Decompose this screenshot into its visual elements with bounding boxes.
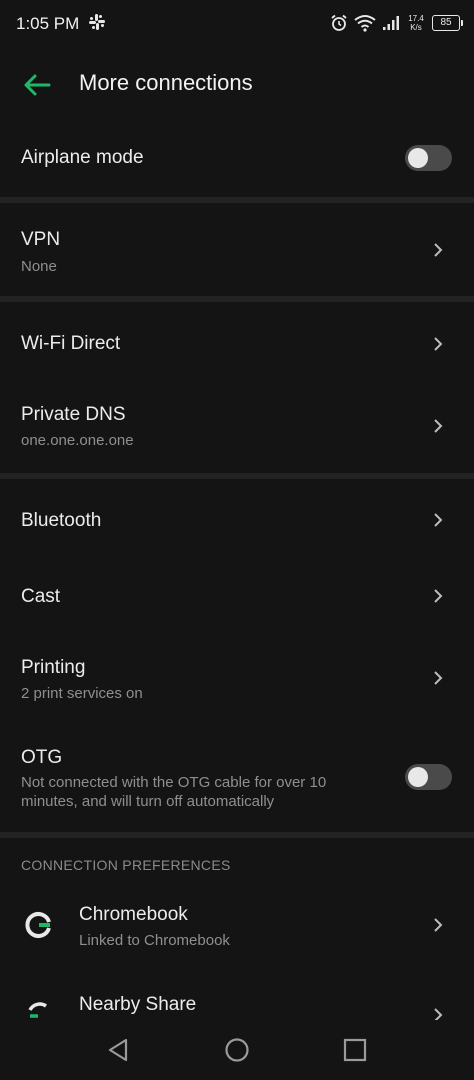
cast-label: Cast	[21, 586, 61, 607]
wifi-direct-row[interactable]: Wi-Fi Direct	[0, 302, 474, 386]
chromebook-label: Chromebook	[79, 904, 188, 925]
chevron-right-icon	[434, 513, 443, 527]
chromebook-row[interactable]: Chromebook Linked to Chromebook	[0, 884, 474, 968]
battery-icon: 85	[432, 15, 463, 31]
otg-label: OTG	[21, 747, 63, 768]
status-bar: 1:05 PM 17.4 K/s 85	[0, 0, 474, 48]
printing-label: Printing	[21, 657, 86, 678]
chevron-right-icon	[434, 243, 443, 257]
wifi-icon	[354, 15, 376, 32]
airplane-mode-toggle[interactable]	[405, 145, 452, 171]
airplane-mode-label: Airplane mode	[21, 147, 144, 168]
status-time: 1:05 PM	[16, 14, 80, 33]
nearby-share-icon	[28, 1002, 47, 1018]
cast-row[interactable]: Cast	[0, 559, 474, 635]
chevron-right-icon	[434, 1008, 443, 1020]
bluetooth-row[interactable]: Bluetooth	[0, 479, 474, 559]
nav-back-icon[interactable]	[102, 1034, 134, 1066]
google-g-icon	[25, 912, 51, 938]
private-dns-row[interactable]: Private DNS one.one.one.one	[0, 386, 474, 474]
toggle-knob	[408, 148, 428, 168]
private-dns-value: one.one.one.one	[21, 432, 134, 449]
airplane-mode-row[interactable]: Airplane mode	[0, 120, 474, 196]
vpn-label: VPN	[21, 229, 61, 250]
section-divider	[0, 832, 474, 838]
navigation-bar	[0, 1020, 474, 1080]
vpn-status: None	[21, 258, 57, 275]
vpn-row[interactable]: VPN None	[0, 203, 474, 297]
chevron-right-icon	[434, 671, 443, 685]
slack-icon	[89, 14, 105, 30]
nearby-share-label: Nearby Share	[79, 994, 197, 1015]
connection-preferences-header: CONNECTION PREFERENCES	[21, 857, 231, 873]
toggle-knob	[408, 767, 428, 787]
private-dns-label: Private DNS	[21, 404, 126, 425]
wifi-direct-label: Wi-Fi Direct	[21, 333, 121, 354]
chevron-right-icon	[434, 589, 443, 603]
app-bar: More connections	[0, 48, 474, 120]
bluetooth-label: Bluetooth	[21, 510, 102, 531]
printing-status: 2 print services on	[21, 685, 143, 702]
otg-toggle[interactable]	[405, 764, 452, 790]
back-arrow-icon[interactable]	[20, 68, 54, 102]
nearby-share-row[interactable]: Nearby Share	[0, 968, 474, 1020]
network-speed: 17.4 K/s	[408, 14, 424, 32]
otg-description: Not connected with the OTG cable for ove…	[21, 774, 327, 810]
printing-row[interactable]: Printing 2 print services on	[0, 635, 474, 727]
page-title: More connections	[79, 70, 253, 95]
chevron-right-icon	[434, 918, 443, 932]
chromebook-status: Linked to Chromebook	[79, 932, 230, 949]
chevron-right-icon	[434, 419, 443, 433]
nav-home-icon[interactable]	[221, 1034, 253, 1066]
alarm-icon	[331, 14, 347, 31]
nav-recents-icon[interactable]	[339, 1034, 371, 1066]
signal-icon	[383, 16, 399, 30]
otg-row[interactable]: OTG Not connected with the OTG cable for…	[0, 727, 474, 832]
chevron-right-icon	[434, 337, 443, 351]
